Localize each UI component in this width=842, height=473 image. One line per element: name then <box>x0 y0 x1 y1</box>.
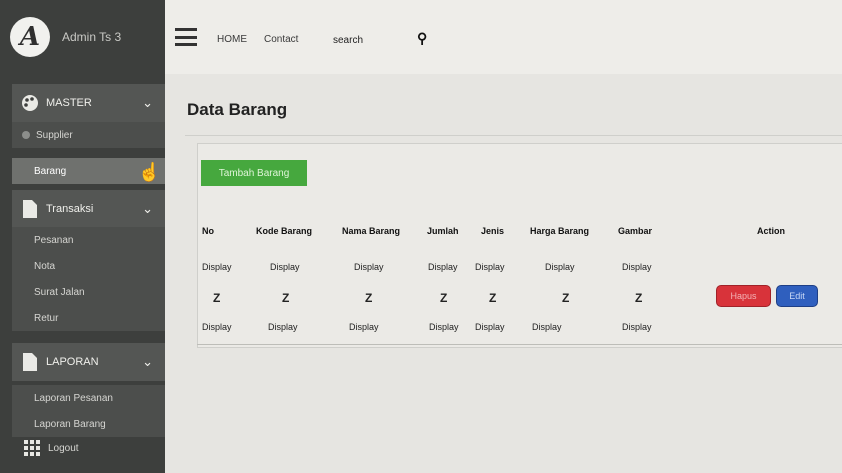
sidebar-item-label: Pesanan <box>34 234 74 246</box>
brand-logo: A <box>10 17 50 57</box>
table-cell: Z <box>562 291 570 305</box>
sidebar-item-label: Laporan Barang <box>34 418 106 430</box>
sidebar-item-label: Surat Jalan <box>34 286 85 298</box>
sidebar-item-laporan-barang[interactable]: Laporan Barang <box>12 411 165 437</box>
logout-label: Logout <box>48 442 79 454</box>
sidebar-item-surat-jalan[interactable]: Surat Jalan <box>12 279 165 305</box>
sidebar-group-laporan[interactable]: LAPORAN ⌄ <box>12 343 165 381</box>
sidebar-group-label: MASTER <box>46 97 92 109</box>
column-header-harga: Harga Barang <box>530 226 590 236</box>
sidebar-group-label: LAPORAN <box>46 356 99 368</box>
table-cell: Z <box>282 291 290 305</box>
column-header-gambar: Gambar <box>618 226 653 236</box>
sidebar-item-nota[interactable]: Nota <box>12 253 165 279</box>
sidebar-group-master[interactable]: MASTER ⌄ <box>12 84 165 122</box>
bullet-icon <box>22 131 30 139</box>
table-cell: Display <box>429 322 459 332</box>
search-icon[interactable]: ⚲ <box>417 30 427 47</box>
sidebar-item-label: Retur <box>34 312 59 324</box>
table-cell: Z <box>635 291 643 305</box>
sidebar-item-label: Laporan Pesanan <box>34 392 113 404</box>
page-title: Data Barang <box>187 100 288 119</box>
hamburger-menu-icon[interactable] <box>175 28 197 46</box>
nav-contact[interactable]: Contact <box>264 34 298 45</box>
table-cell: Z <box>440 291 448 305</box>
table-cell: Display <box>428 262 458 272</box>
palette-icon <box>20 93 40 113</box>
table-cell: Display <box>270 262 300 272</box>
table-cell: Display <box>268 322 298 332</box>
table-divider <box>197 344 842 345</box>
table-cell: Display <box>475 262 505 272</box>
table-cell: Display <box>202 262 232 272</box>
sidebar-item-supplier[interactable]: Supplier <box>12 122 165 148</box>
edit-button[interactable]: Edit <box>776 285 818 307</box>
chevron-down-icon: ⌄ <box>142 354 153 369</box>
brand: A Admin Ts 3 <box>0 0 165 74</box>
table-cell: Z <box>489 291 497 305</box>
table-cell: Display <box>354 262 384 272</box>
chevron-down-icon: ⌄ <box>142 201 153 216</box>
column-header-action: Action <box>757 226 785 236</box>
sidebar-group-label: Transaksi <box>46 203 94 215</box>
column-header-nama: Nama Barang <box>342 226 401 236</box>
table-cell: Display <box>349 322 379 332</box>
table-cell: Display <box>545 262 575 272</box>
sidebar: A Admin Ts 3 MASTER ⌄ Supplier Barang ☝ … <box>0 0 165 473</box>
sidebar-item-label: Nota <box>34 260 56 272</box>
table-cell: Display <box>202 322 232 332</box>
table-cell: Display <box>622 322 652 332</box>
column-header-no: No <box>202 226 214 236</box>
sidebar-item-pesanan[interactable]: Pesanan <box>12 227 165 253</box>
table-cell: Display <box>532 322 562 332</box>
table-cell: Display <box>475 322 505 332</box>
sidebar-item-label: Supplier <box>36 129 73 141</box>
brand-name: Admin Ts 3 <box>62 30 122 44</box>
table-cell: Z <box>213 291 221 305</box>
column-header-kode: Kode Barang <box>256 226 313 236</box>
sidebar-item-label: Barang <box>34 165 67 177</box>
column-header-jenis: Jenis <box>481 226 505 236</box>
chevron-down-icon: ⌄ <box>142 95 153 110</box>
table-cell: Display <box>622 262 652 272</box>
sidebar-item-retur[interactable]: Retur <box>12 305 165 331</box>
search-input[interactable] <box>333 32 413 48</box>
nav-home[interactable]: HOME <box>217 34 247 45</box>
sidebar-group-transaksi[interactable]: Transaksi ⌄ <box>12 190 165 228</box>
table-cell: Z <box>365 291 373 305</box>
document-icon <box>20 199 40 219</box>
add-item-button[interactable]: Tambah Barang <box>201 160 307 186</box>
sidebar-item-laporan-pesanan[interactable]: Laporan Pesanan <box>12 385 165 411</box>
topbar: HOME Contact ⚲ <box>165 0 842 74</box>
column-header-jumlah: Jumlah <box>427 226 459 236</box>
logout-link[interactable]: Logout <box>24 440 79 456</box>
delete-button[interactable]: Hapus <box>716 285 771 307</box>
grid-icon <box>24 440 40 456</box>
hand-cursor-icon: ☝ <box>138 162 161 182</box>
document-icon <box>20 352 40 372</box>
